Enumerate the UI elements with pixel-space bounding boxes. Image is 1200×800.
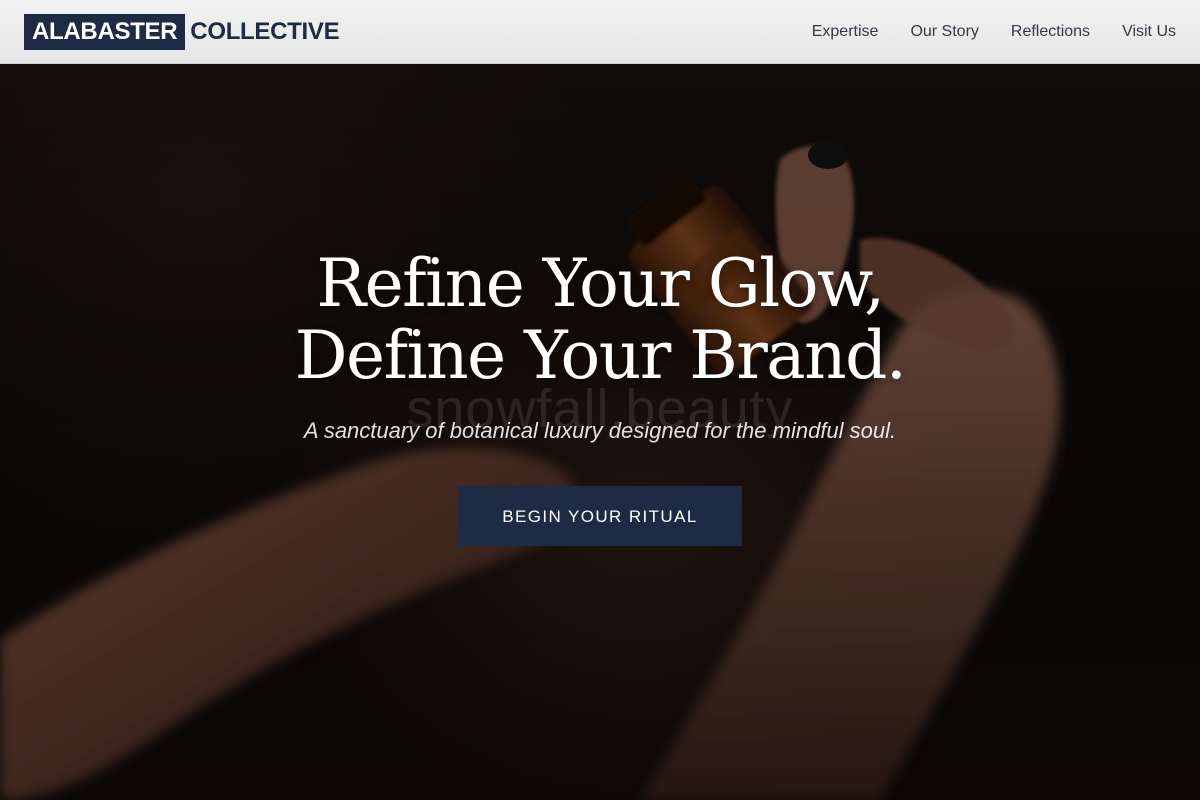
hero-section: Refine Your Glow, Define Your Brand. sno…: [0, 248, 1200, 546]
page: ALABASTER COLLECTIVE Expertise Our Story…: [0, 0, 1200, 800]
headline-line-1: Refine Your Glow,: [316, 245, 885, 322]
hero-tagline: A sanctuary of botanical luxury designed…: [303, 418, 897, 443]
nav-link-reflections[interactable]: Reflections: [1011, 23, 1090, 41]
nav-link-our-story[interactable]: Our Story: [910, 23, 978, 41]
nav-link-visit-us[interactable]: Visit Us: [1122, 23, 1176, 41]
logo-highlight: ALABASTER: [24, 13, 186, 50]
top-navbar: ALABASTER COLLECTIVE Expertise Our Story…: [0, 0, 1200, 64]
main-nav: Expertise Our Story Reflections Visit Us: [812, 23, 1176, 41]
hero-headline: Refine Your Glow, Define Your Brand.: [0, 248, 1200, 392]
headline-line-2: Define Your Brand.: [294, 317, 907, 394]
begin-ritual-button[interactable]: BEGIN YOUR RITUAL: [458, 486, 742, 546]
brand-logo[interactable]: ALABASTER COLLECTIVE: [24, 13, 340, 50]
nav-link-expertise[interactable]: Expertise: [812, 23, 879, 41]
logo-text: COLLECTIVE: [190, 17, 340, 45]
